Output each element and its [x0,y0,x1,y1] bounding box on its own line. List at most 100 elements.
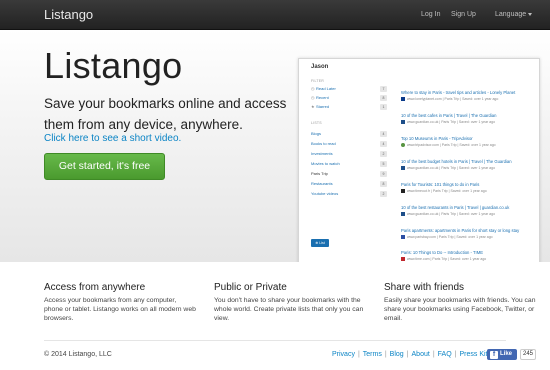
bookmark-url: www.time.com [407,257,430,261]
footer-links: Privacy | Terms | Blog | About | FAQ | Press Kit [332,351,488,358]
feature-title: Access from anywhere [44,282,146,293]
favicon-icon [401,257,405,262]
list-count: 2 [380,150,387,157]
like-label: Like [500,351,513,357]
separator: | [406,351,409,358]
get-started-button[interactable]: Get started, it's free [44,153,165,180]
filter-label: Read Later [316,86,336,91]
footer: © 2014 Listango, LLC Privacy | Terms | Blog |… [0,340,550,370]
preview-list-item-active: Paris Trip 9 [311,169,387,178]
preview-filter-heading: FILTER [311,79,324,83]
top-navbar: Listango Log In Sign Up Language [0,0,550,30]
feature-access-anywhere: Access from anywhere Access your bookmar… [44,282,196,323]
preview-filter-starred: ★Starred 1 [311,104,387,112]
bookmark-meta: www.parisbay.com | Paris Trip | Saved: o… [401,235,537,240]
hero-section: Listango Save your bookmarks online and … [0,30,550,270]
facebook-like-count: 245 [520,349,536,360]
bookmark-title: Paris: 10 Things to Do -- Introduction -… [401,250,483,255]
bookmark-title: 10 of the best restaurants in Paris | Tr… [401,205,510,210]
list-count: 8 [380,180,387,187]
footer-link-terms[interactable]: Terms [363,351,382,358]
bookmark-info: Paris Trip | Saved: over 1 year ago [441,212,496,216]
bookmark-title: Paris for Tourists: 101 things to do in … [401,182,480,187]
app-preview-screenshot: Jason FILTER ◷ Read Later 7 ◷ Recent 8 ★St… [298,58,540,270]
preview-bookmark: Where to stay in Paris - travel tips and… [401,90,537,108]
list-label: Investments [311,151,333,156]
signup-link[interactable]: Sign Up [451,11,476,18]
preview-bookmark: Paris apartments: apartments in Paris fo… [401,228,537,246]
preview-filter-read-later: ◷ Read Later 7 [311,86,387,94]
favicon-icon [401,189,405,194]
footer-link-press-kit[interactable]: Press Kit [459,351,487,358]
facebook-icon: f [490,351,498,359]
hero-title: Listango [44,45,183,86]
preview-bookmark: 10 of the best cafes in Paris | Travel |… [401,113,537,131]
list-label: Blogs [311,131,322,136]
bookmark-meta: www.lonelyplanet.com | Paris Trip | Save… [401,97,537,102]
footer-link-about[interactable]: About [412,351,430,358]
bookmark-url: www.parisbay.com [407,235,436,239]
preview-list-item: Blogs 4 [311,129,387,138]
filter-count: 8 [380,95,387,101]
favicon-icon [401,120,405,125]
preview-list-item: Youtube videos 2 [311,189,387,198]
footer-divider [44,340,506,341]
brand-logo[interactable]: Listango [44,7,93,22]
login-link[interactable]: Log In [421,11,440,18]
language-dropdown[interactable]: Language [495,11,533,18]
list-label: Movies to watch [311,161,340,166]
list-label: Books to read [311,141,336,146]
list-count: 2 [380,190,387,197]
favicon-icon [401,143,405,148]
feature-title: Share with friends [384,282,465,293]
bookmark-title: Paris apartments: apartments in Paris fo… [401,228,520,233]
bookmark-info: Paris Trip | Saved: over 1 year ago [444,97,499,101]
favicon-icon [401,166,405,171]
separator: | [432,351,435,358]
footer-link-blog[interactable]: Blog [390,351,404,358]
list-label: Paris Trip [311,171,328,176]
bookmark-url: www.guardian.co.uk [407,166,439,170]
feature-title: Public or Private [214,282,287,293]
bookmark-url: www.guardian.co.uk [407,120,439,124]
language-label: Language [495,11,527,18]
footer-link-faq[interactable]: FAQ [438,351,452,358]
preview-list-item: Restaurants 8 [311,179,387,188]
feature-public-private: Public or Private You don't have to shar… [214,282,366,323]
preview-filter-recent: ◷ Recent 8 [311,95,387,103]
footer-link-privacy[interactable]: Privacy [332,351,355,358]
bookmark-title: 10 of the best cafes in Paris | Travel |… [401,113,497,118]
preview-bookmark: 10 of the best restaurants in Paris | Tr… [401,205,537,223]
list-count: 5 [380,160,387,167]
favicon-icon [401,212,405,217]
preview-bookmark: Top 10 Museums in Paris - TripAdvisor ww… [401,136,537,154]
feature-share-friends: Share with friends Easily share your boo… [384,282,536,323]
bookmark-info: Paris Trip | Saved: over 1 year ago [432,189,487,193]
bookmark-url: www.lonelyplanet.com [407,97,442,101]
separator: | [454,351,457,358]
add-list-label: List [319,241,325,245]
feature-text: Easily share your bookmarks with friends… [384,297,536,322]
bookmark-info: Paris Trip | Saved: over 1 year ago [441,143,496,147]
feature-text: You don't have to share your bookmarks w… [214,297,364,322]
bookmark-url: www.guardian.co.uk [407,212,439,216]
hero-tagline: Save your bookmarks online and access th… [44,96,287,132]
preview-bookmark: Paris for Tourists: 101 things to do in … [401,182,537,200]
preview-list-item: Investments 2 [311,149,387,158]
bookmark-info: Paris Trip | Saved: over 1 year ago [438,235,493,239]
preview-add-list-button: ⊕ List [311,239,329,247]
features-section: Access from anywhere Access your bookmar… [0,262,550,340]
bookmark-info: Paris Trip | Saved: over 1 year ago [432,257,487,261]
list-label: Youtube videos [311,191,339,196]
bookmark-meta: www.guardian.co.uk | Paris Trip | Saved:… [401,120,537,125]
favicon-icon [401,97,405,102]
bookmark-meta: www.tripadvisor.com | Paris Trip | Saved… [401,143,537,148]
filter-label: Recent [316,95,329,100]
filter-count: 7 [380,86,387,92]
list-count: 4 [380,140,387,147]
video-link[interactable]: Click here to see a short video. [44,133,181,144]
bookmark-meta: www.guardian.co.uk | Paris Trip | Saved:… [401,166,537,171]
facebook-like-button[interactable]: f Like [487,349,517,360]
bookmark-meta: www.timeout.fr | Paris Trip | Saved: ove… [401,189,537,194]
bookmark-url: www.timeout.fr [407,189,430,193]
